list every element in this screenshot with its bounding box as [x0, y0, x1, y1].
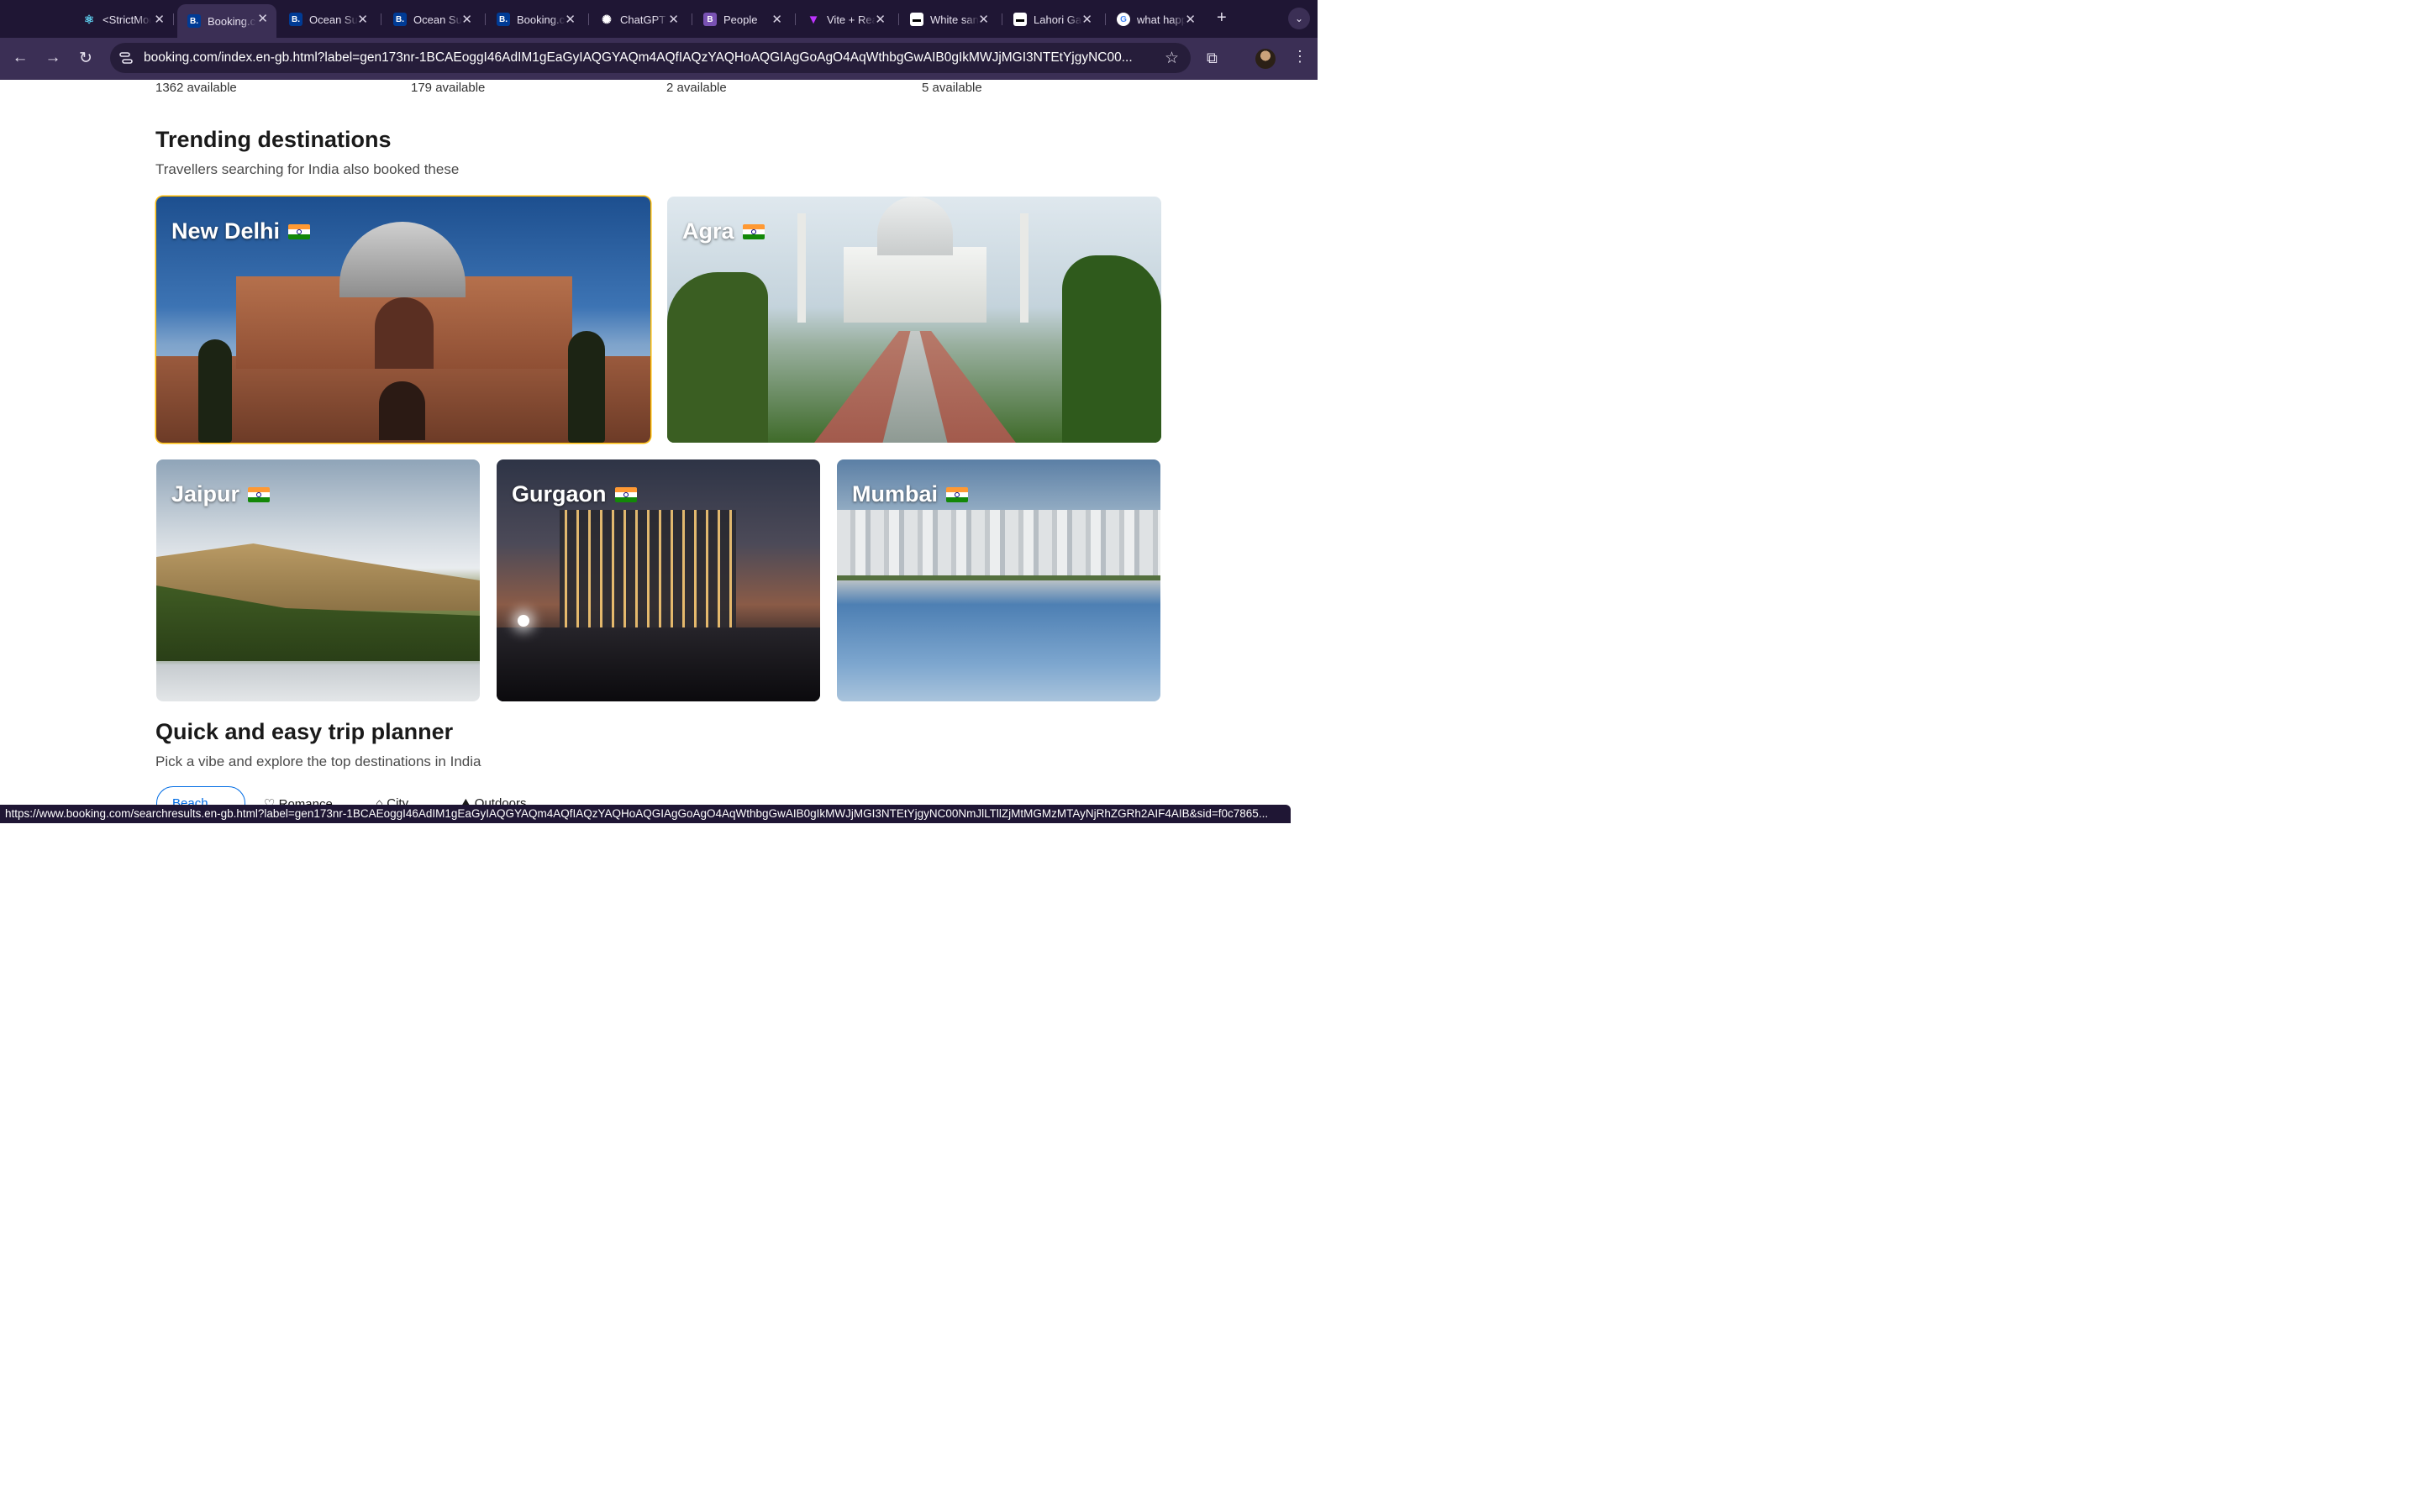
google-icon: G — [1117, 13, 1130, 26]
profile-avatar[interactable] — [1255, 49, 1276, 69]
link-status-bar: https://www.booking.com/searchresults.en… — [0, 805, 1291, 823]
destination-label: Jaipur — [171, 481, 240, 507]
new-tab-icon[interactable]: + — [1217, 8, 1227, 28]
india-flag-icon — [614, 486, 637, 502]
close-tab-icon[interactable]: ✕ — [875, 12, 886, 27]
india-flag-icon — [946, 486, 969, 502]
close-tab-icon[interactable]: ✕ — [154, 12, 165, 27]
destination-name: Mumbai — [852, 481, 969, 507]
destination-card-new-delhi[interactable]: New Delhi — [156, 197, 650, 443]
tab-title: Ocean Suites — [309, 13, 358, 26]
section-title: Trending destinations — [155, 127, 392, 152]
reload-icon[interactable]: ↻ — [76, 49, 96, 68]
india-flag-icon — [288, 223, 311, 239]
destination-name: Agra — [682, 218, 765, 244]
browser-toolbar: ← → ↻ booking.com/index.en-gb.html?label… — [0, 38, 1318, 80]
destination-card-agra[interactable]: Agra — [667, 197, 1161, 443]
tab-title: Vite + React — [827, 13, 876, 26]
tab-title: <StrictMode> — [103, 13, 151, 26]
site-settings-icon[interactable] — [118, 50, 134, 66]
availability-count: 179 available — [411, 81, 486, 95]
tab-title: Ocean Suites — [413, 13, 462, 26]
chatgpt-icon: ✺ — [602, 12, 612, 26]
tab-title: Booking.com — [208, 14, 256, 28]
tab-title: Booking.com — [517, 13, 566, 26]
browser-tab[interactable]: ✺ ChatGPT ✕ — [588, 5, 687, 34]
close-tab-icon[interactable]: ✕ — [257, 11, 268, 26]
address-bar[interactable]: booking.com/index.en-gb.html?label=gen17… — [110, 43, 1191, 73]
destination-label: Mumbai — [852, 481, 939, 507]
tab-title: what happens — [1137, 13, 1186, 26]
browser-tab[interactable]: B. Booking.com ✕ — [485, 5, 584, 34]
close-tab-icon[interactable]: ✕ — [565, 12, 576, 27]
destination-card-jaipur[interactable]: Jaipur — [156, 459, 480, 701]
browser-tab[interactable]: B People ✕ — [692, 5, 791, 34]
booking-icon: B. — [393, 13, 407, 26]
browser-tab[interactable]: ▼ Vite + React ✕ — [795, 5, 894, 34]
booking-icon: B. — [289, 13, 302, 26]
browser-tab[interactable]: B. Ocean Suites ✕ — [381, 5, 481, 34]
availability-count: 5 available — [922, 81, 982, 95]
destination-label: Gurgaon — [512, 481, 607, 507]
booking-icon: B. — [497, 13, 510, 26]
tab-title: White sands — [930, 13, 979, 26]
doc-icon: ▬ — [910, 13, 923, 26]
destination-card-gurgaon[interactable]: Gurgaon — [497, 459, 820, 701]
section-title: Quick and easy trip planner — [155, 719, 454, 744]
browser-tab-active[interactable]: B. Booking.com ✕ — [177, 4, 276, 38]
destination-label: Agra — [682, 218, 734, 244]
close-tab-icon[interactable]: ✕ — [978, 12, 989, 27]
bookmark-star-icon[interactable]: ☆ — [1165, 49, 1179, 68]
tab-title: Lahori Gate — [1034, 13, 1082, 26]
destination-name: Gurgaon — [512, 481, 637, 507]
section-subtitle: Travellers searching for India also book… — [155, 161, 460, 177]
bootstrap-icon: B — [703, 13, 717, 26]
back-icon[interactable]: ← — [10, 49, 30, 67]
vite-icon: ▼ — [807, 12, 820, 27]
section-subtitle: Pick a vibe and explore the top destinat… — [155, 753, 481, 769]
browser-tab[interactable]: B. Ocean Suites ✕ — [277, 5, 376, 34]
browser-tab[interactable]: ▬ White sands ✕ — [898, 5, 997, 34]
destination-label: New Delhi — [171, 218, 281, 244]
india-flag-icon — [742, 223, 765, 239]
extensions-icon[interactable]: ⧉ — [1207, 50, 1218, 67]
browser-tab-strip: ⚛ <StrictMode> ✕ B. Booking.com ✕ B. Oce… — [0, 0, 1318, 38]
doc-icon: ▬ — [1013, 13, 1027, 26]
close-tab-icon[interactable]: ✕ — [461, 12, 472, 27]
close-tab-icon[interactable]: ✕ — [668, 12, 679, 27]
tab-search-icon[interactable]: ⌄ — [1288, 8, 1310, 29]
url-text[interactable]: booking.com/index.en-gb.html?label=gen17… — [144, 50, 1152, 66]
availability-count: 1362 available — [155, 81, 237, 95]
browser-tab[interactable]: G what happens ✕ — [1105, 5, 1204, 34]
close-tab-icon[interactable]: ✕ — [1081, 12, 1092, 27]
close-tab-icon[interactable]: ✕ — [771, 12, 782, 27]
close-tab-icon[interactable]: ✕ — [1185, 12, 1196, 27]
destination-name: Jaipur — [171, 481, 271, 507]
destination-name: New Delhi — [171, 218, 311, 244]
booking-icon: B. — [187, 14, 201, 28]
india-flag-icon — [248, 486, 271, 502]
forward-icon[interactable]: → — [43, 49, 63, 67]
destination-card-mumbai[interactable]: Mumbai — [837, 459, 1160, 701]
react-icon: ⚛ — [83, 12, 95, 26]
browser-tab[interactable]: ⚛ <StrictMode> ✕ — [71, 5, 173, 34]
tab-title: People — [723, 13, 758, 26]
tab-title: ChatGPT — [620, 13, 666, 26]
availability-count: 2 available — [666, 81, 727, 95]
close-tab-icon[interactable]: ✕ — [357, 12, 368, 27]
browser-tab[interactable]: ▬ Lahori Gate ✕ — [1002, 5, 1101, 34]
browser-menu-icon[interactable]: ⋮ — [1292, 48, 1307, 66]
